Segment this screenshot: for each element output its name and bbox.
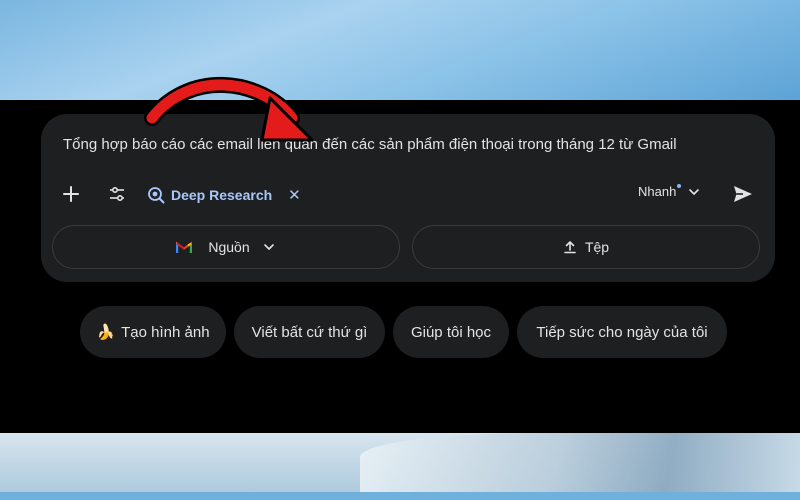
close-icon[interactable]: ✕ (288, 186, 301, 204)
sources-button[interactable]: Nguồn (52, 225, 400, 269)
send-button[interactable] (729, 180, 757, 208)
suggestion-label: Tiếp sức cho ngày của tôi (536, 323, 708, 341)
model-label: Nhanh (638, 184, 677, 199)
suggestion-boost-day[interactable]: Tiếp sức cho ngày của tôi (517, 306, 727, 358)
add-button[interactable] (57, 180, 85, 208)
deep-research-label: Deep Research (171, 187, 273, 203)
suggestion-label: Viết bất cứ thứ gì (251, 323, 368, 341)
model-selector[interactable]: Nhanh (638, 183, 701, 199)
suggestion-label: Tạo hình ảnh (121, 323, 210, 341)
banana-icon: 🍌 (96, 324, 116, 341)
deep-research-icon (148, 187, 165, 204)
suggestion-write-anything[interactable]: Viết bất cứ thứ gì (234, 306, 385, 358)
upload-icon (564, 241, 576, 254)
suggestion-row: 🍌 Tạo hình ảnh Viết bất cứ thứ gì Giúp t… (0, 306, 800, 358)
chevron-down-icon (689, 188, 700, 195)
plus-icon (63, 186, 79, 202)
suggestion-help-learn[interactable]: Giúp tôi học (393, 306, 509, 358)
chevron-down-icon (263, 244, 274, 250)
landscape-background (0, 433, 800, 500)
send-icon (734, 186, 752, 202)
suggestion-label: Giúp tôi học (410, 323, 492, 341)
sources-label: Nguồn (208, 239, 250, 255)
prompt-input[interactable]: Tổng hợp báo cáo các email liên quan đến… (63, 136, 753, 153)
suggestion-create-image[interactable]: 🍌 Tạo hình ảnh (80, 306, 226, 358)
deep-research-chip[interactable]: Deep Research ✕ (147, 182, 301, 208)
tools-button[interactable] (103, 180, 131, 208)
status-dot (677, 183, 682, 188)
snow-terrain (360, 433, 800, 493)
bottom-strip (0, 492, 800, 500)
gmail-icon (176, 241, 193, 253)
prompt-composer[interactable]: Tổng hợp báo cáo các email liên quan đến… (41, 114, 775, 282)
sky-background (0, 0, 800, 100)
files-button[interactable]: Tệp (412, 225, 760, 269)
files-label: Tệp (584, 239, 610, 255)
tune-icon (110, 186, 124, 202)
